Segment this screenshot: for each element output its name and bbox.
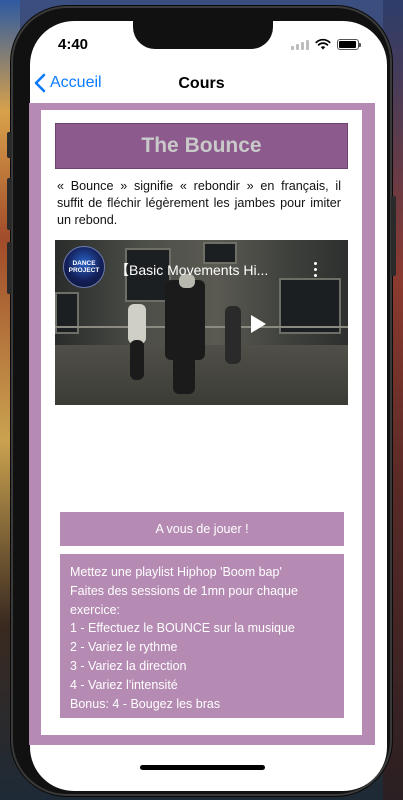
power-button bbox=[391, 196, 396, 276]
video-player[interactable]: DANCE PROJECT 【Basic Movements Hi... bbox=[55, 240, 348, 405]
video-scene-dancer bbox=[173, 352, 195, 394]
instruction-line: 4 - Variez l'intensité bbox=[70, 677, 178, 692]
silent-switch bbox=[7, 132, 12, 158]
volume-up-button bbox=[7, 178, 12, 230]
play-now-button[interactable]: A vous de jouer ! bbox=[60, 512, 344, 546]
instruction-line: Mettez une playlist Hiphop 'Boom bap' bbox=[70, 565, 282, 579]
cellular-signal-icon bbox=[291, 39, 309, 50]
instruction-line: 2 - Variez le rythme bbox=[70, 640, 178, 655]
instruction-line: Faites des sessions de 1mn pour chaque bbox=[70, 583, 298, 598]
volume-down-button bbox=[7, 242, 12, 294]
channel-logo-text: PROJECT bbox=[68, 267, 100, 274]
more-vertical-icon[interactable] bbox=[314, 262, 318, 277]
video-scene-dancer bbox=[128, 304, 146, 344]
video-scene-dancer bbox=[130, 340, 144, 380]
instruction-line: 3 - Variez la direction bbox=[70, 658, 187, 673]
channel-logo-text: DANCE bbox=[72, 260, 96, 267]
play-icon[interactable] bbox=[241, 312, 275, 336]
video-scene-dancer bbox=[165, 280, 205, 360]
instruction-line: 1 - Effectuez le BOUNCE sur la musique bbox=[70, 621, 295, 636]
status-time: 4:40 bbox=[58, 36, 89, 53]
channel-logo[interactable]: DANCE PROJECT bbox=[63, 246, 105, 288]
status-icons bbox=[291, 38, 361, 50]
notch bbox=[133, 15, 273, 49]
battery-icon bbox=[337, 38, 361, 50]
video-scene-dancer bbox=[225, 306, 241, 364]
lesson-title: The Bounce bbox=[55, 123, 348, 169]
lesson-description: « Bounce » signifie « rebondir » en fran… bbox=[57, 179, 341, 227]
instruction-line: exercice: bbox=[70, 602, 121, 617]
instruction-line: Bonus: 4 - Bougez les bras bbox=[70, 696, 221, 711]
wifi-icon bbox=[315, 38, 331, 50]
instructions-panel: Mettez une playlist Hiphop 'Boom bap' Fa… bbox=[60, 554, 344, 718]
home-indicator[interactable] bbox=[140, 765, 265, 770]
video-title[interactable]: 【Basic Movements Hi... bbox=[115, 260, 285, 280]
page-title: Cours bbox=[178, 75, 225, 92]
